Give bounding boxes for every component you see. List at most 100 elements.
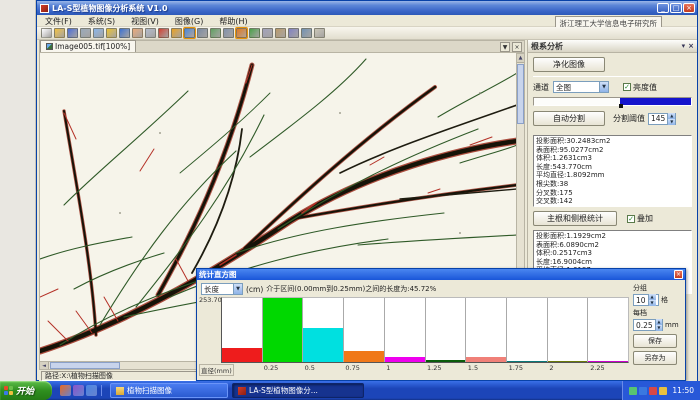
delete-icon[interactable]: [158, 28, 169, 38]
histogram-bin-0.5: [302, 298, 343, 362]
more-tools-icon[interactable]: [314, 28, 325, 38]
primary-stat-line-5: 根尖数:38: [536, 180, 689, 189]
horizontal-scroll-thumb[interactable]: [50, 362, 120, 369]
menu-item-0[interactable]: 文件(F): [37, 15, 80, 26]
histogram-bar: [303, 328, 343, 362]
brightness-checkbox[interactable]: ✓: [623, 83, 631, 91]
desktop-left-strip: [0, 0, 36, 381]
taskbar-task-1[interactable]: LA-S型植物图像分...: [232, 383, 364, 398]
analyze-icon[interactable]: [236, 28, 247, 38]
histogram-title: 统计直方图: [199, 269, 237, 280]
hand-icon[interactable]: [132, 28, 143, 38]
system-tray: 11:50: [622, 381, 700, 400]
histogram-bin-1.25: [425, 298, 466, 362]
metric-select[interactable]: 长度 ▼: [201, 283, 243, 295]
channel-select[interactable]: 全图 ▼: [553, 81, 609, 93]
export-icon[interactable]: [93, 28, 104, 38]
start-button[interactable]: 开始: [0, 381, 52, 400]
quick-launch-browser-icon[interactable]: [60, 385, 71, 396]
tray-network-icon[interactable]: [639, 387, 647, 395]
image-file-icon: [46, 43, 53, 50]
cut-icon[interactable]: [145, 28, 156, 38]
minimize-button[interactable]: _: [657, 3, 669, 13]
open-folder-icon[interactable]: [54, 28, 65, 38]
camera-icon[interactable]: [197, 28, 208, 38]
leaf-icon[interactable]: [249, 28, 260, 38]
save-button[interactable]: 保存: [633, 334, 677, 348]
histogram-bin-2.25: [587, 298, 628, 362]
edit-pencil-icon[interactable]: [106, 28, 117, 38]
overlay-checkbox[interactable]: ✓: [627, 215, 635, 223]
spin-down-icon[interactable]: ▼: [649, 300, 656, 306]
histogram-bin-1.75: [506, 298, 547, 362]
fill-icon[interactable]: [171, 28, 182, 38]
image-select-icon[interactable]: [184, 28, 195, 38]
quick-launch-explorer-icon[interactable]: [86, 385, 97, 396]
scroll-left-icon[interactable]: ◄: [40, 362, 49, 369]
layers-icon[interactable]: [210, 28, 221, 38]
task-label: 植物扫描图像: [127, 385, 172, 396]
menu-item-4[interactable]: 帮助(H): [211, 15, 255, 26]
tray-ime-icon[interactable]: [659, 387, 667, 395]
primary-stat-line-0: 投影面积:30.2483cm2: [536, 137, 689, 146]
purify-image-button[interactable]: 净化图像: [533, 57, 605, 72]
grid-icon[interactable]: [262, 28, 273, 38]
save-icon[interactable]: [67, 28, 78, 38]
pointer-icon[interactable]: [119, 28, 130, 38]
x-tick-label: 1: [386, 364, 390, 372]
ruler-icon[interactable]: [275, 28, 286, 38]
new-document-icon[interactable]: [41, 28, 52, 38]
panel-close-icon[interactable]: ×: [688, 42, 694, 50]
vee-measure-icon[interactable]: [301, 28, 312, 38]
menu-item-3[interactable]: 图像(G): [167, 15, 211, 26]
histogram-bin-0.75: [343, 298, 384, 362]
menu-item-1[interactable]: 系统(S): [80, 15, 123, 26]
taskbar-task-0[interactable]: 植物扫描图像: [110, 383, 228, 398]
main-lateral-root-button[interactable]: 主根和侧根统计: [533, 211, 617, 226]
close-button[interactable]: ×: [683, 3, 695, 13]
x-tick-label: 1.25: [427, 364, 441, 372]
threshold-slider[interactable]: [533, 97, 692, 106]
x-tick-label: 0.5: [305, 364, 315, 372]
scroll-up-icon[interactable]: ▲: [517, 54, 524, 63]
secondary-stat-line-2: 体积:0.2517cm3: [536, 249, 689, 258]
step-spinner[interactable]: 0.25 ▲ ▼: [633, 319, 663, 331]
threshold-spinner[interactable]: 145 ▲ ▼: [648, 113, 676, 125]
slider-handle-icon[interactable]: [619, 104, 623, 108]
panel-header: 根系分析 ▾ ×: [528, 40, 697, 53]
spin-down-icon[interactable]: ▼: [656, 325, 662, 331]
histogram-close-icon[interactable]: ×: [674, 270, 683, 279]
maximize-button[interactable]: □: [670, 3, 682, 13]
tab-close-icon[interactable]: ×: [512, 42, 522, 52]
primary-stat-line-1: 表面积:95.0277cm2: [536, 146, 689, 155]
window-titlebar[interactable]: LA-S型植物图像分析系统 V1.0 _ □ ×: [37, 1, 697, 15]
metric-value: 长度: [202, 284, 233, 295]
gear-icon[interactable]: [223, 28, 234, 38]
chevron-down-icon[interactable]: ▼: [599, 82, 608, 92]
auto-segment-button[interactable]: 自动分割: [533, 111, 605, 126]
print-icon[interactable]: [80, 28, 91, 38]
tab-collapse-icon[interactable]: ▼: [500, 42, 510, 52]
menu-item-2[interactable]: 视图(V): [123, 15, 167, 26]
histogram-bar: [588, 361, 628, 362]
brightness-checkbox-label: 亮度值: [633, 82, 657, 93]
x-axis-labels: 00.250.50.7511.251.51.7522.25: [221, 364, 637, 372]
task-label: LA-S型植物图像分...: [249, 385, 318, 396]
image-document-tab[interactable]: Image005.tif[100%]: [40, 40, 136, 52]
histogram-chart: [221, 297, 629, 363]
quick-launch-media-icon[interactable]: [73, 385, 84, 396]
unit-label: (cm): [246, 285, 263, 294]
histogram-bin-0: [222, 298, 262, 362]
chevron-down-icon[interactable]: ▼: [233, 284, 242, 294]
vertical-scroll-thumb[interactable]: [517, 64, 524, 124]
tray-antivirus-icon[interactable]: [649, 387, 657, 395]
spin-down-icon[interactable]: ▼: [668, 119, 675, 125]
windows-logo-icon: [4, 386, 13, 395]
histogram-titlebar[interactable]: 统计直方图 ×: [197, 269, 685, 280]
group-spinner[interactable]: 10 ▲ ▼: [633, 294, 659, 306]
save-as-button[interactable]: 另存为: [633, 351, 677, 365]
histogram-bin-1: [384, 298, 425, 362]
panel-pin-icon[interactable]: ▾: [682, 42, 686, 50]
tray-volume-icon[interactable]: [629, 387, 637, 395]
angle-measure-icon[interactable]: [288, 28, 299, 38]
